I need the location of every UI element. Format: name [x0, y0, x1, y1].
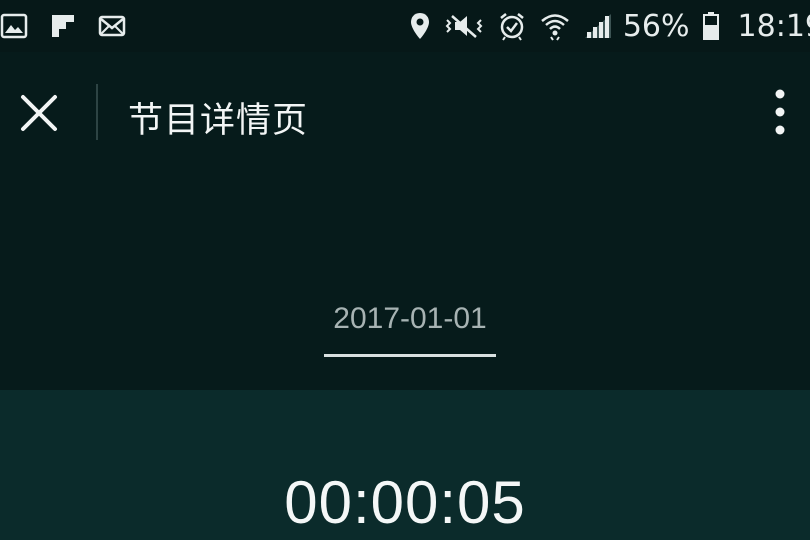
date-tab-indicator [324, 354, 496, 357]
program-time: 00:00:05 [284, 469, 526, 536]
battery-percent: 56% [622, 8, 690, 44]
program-content-panel: 00:00:05 [0, 390, 810, 540]
status-bar: 56% 18:19 [0, 0, 810, 52]
location-icon [409, 11, 431, 41]
close-button[interactable] [16, 90, 62, 136]
app-screen: 56% 18:19 节目详情页 [0, 0, 810, 540]
more-vertical-icon [775, 89, 785, 135]
wifi-icon [539, 11, 571, 41]
date-tab-bar: 2017-01-01 [0, 170, 810, 390]
alarm-icon [497, 11, 527, 41]
more-options-button[interactable] [762, 82, 798, 142]
vibrate-mute-icon [443, 11, 485, 41]
toolbar-divider [96, 84, 98, 140]
date-tab-label: 2017-01-01 [333, 302, 487, 335]
mail-icon [98, 14, 126, 38]
status-clock: 18:19 [737, 8, 810, 44]
battery-icon [702, 11, 720, 41]
notification-icons [0, 10, 148, 42]
system-indicators: 56% 18:19 [397, 6, 810, 46]
toolbar: 节目详情页 [0, 52, 810, 170]
close-icon [21, 95, 57, 131]
date-tab[interactable]: 2017-01-01 [324, 302, 496, 357]
page-title: 节目详情页 [128, 101, 309, 141]
signal-icon [583, 12, 613, 40]
gallery-icon [0, 13, 28, 39]
flipboard-icon [50, 13, 76, 39]
